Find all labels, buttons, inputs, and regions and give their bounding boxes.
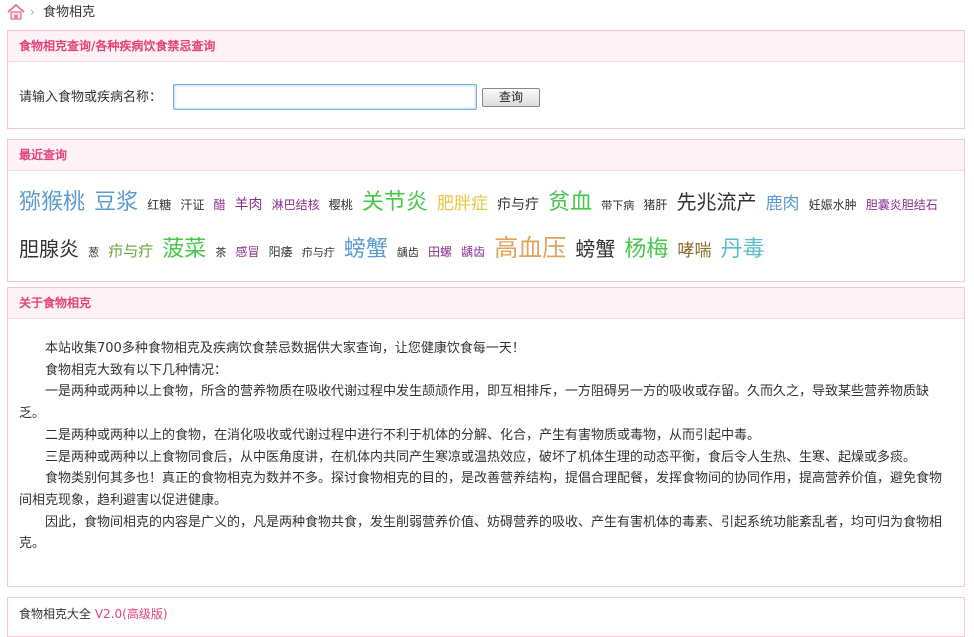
recent-tag[interactable]: 杨梅 <box>624 237 668 262</box>
version-panel: 食物相克大全 V2.0(高级版) <box>7 597 965 637</box>
recent-tag[interactable]: 贫血 <box>548 190 592 215</box>
recent-tag[interactable]: 妊娠水肿 <box>809 198 857 212</box>
recent-tag[interactable]: 疖与疔 <box>108 242 153 260</box>
recent-tag[interactable]: 带下病 <box>601 199 634 212</box>
recent-tag[interactable]: 红糖 <box>147 198 171 212</box>
recent-tag[interactable]: 猕猴桃 <box>19 190 85 215</box>
search-input[interactable] <box>173 84 477 110</box>
about-text: 本站收集700多种食物相克及疾病饮食禁忌数据供大家查询，让您健康饮食每一天！ 食… <box>19 338 949 555</box>
recent-tag[interactable]: 螃蟹 <box>575 237 615 261</box>
recent-tag[interactable]: 疖与疔 <box>497 197 539 213</box>
search-panel: 食物相克查询/各种疾病饮食禁忌查询 请输入食物或疾病名称： 查询 <box>7 30 965 129</box>
recent-tag[interactable]: 猪肝 <box>643 198 667 212</box>
recent-tag[interactable]: 先兆流产 <box>676 190 756 214</box>
recent-tag[interactable]: 关节炎 <box>362 190 428 215</box>
recent-tag[interactable]: 羊肉 <box>235 197 263 213</box>
tag-cloud: 猕猴桃 豆浆 红糖 汗证 醋 羊肉 淋巴结核 樱桃 关节炎 肥胖症 疖与疔 贫血… <box>19 181 955 274</box>
recent-tag[interactable]: 高血压 <box>494 234 566 262</box>
version-number: V2.0(高级版) <box>94 607 168 621</box>
about-paragraph: 因此，食物间相克的内容是广义的，凡是两种食物共食，发生削弱营养价值、妨碍营养的吸… <box>19 514 943 552</box>
recent-tag[interactable]: 阳痿 <box>269 245 293 259</box>
search-button[interactable]: 查询 <box>482 88 540 107</box>
breadcrumb: › 食物相克 <box>0 0 974 26</box>
about-paragraph: 三是两种或两种以上食物同食后，从中医角度讲，在机体内共同产生寒凉或温热效应，破坏… <box>45 449 917 465</box>
recent-tag[interactable]: 感冒 <box>236 245 260 259</box>
recent-tag[interactable]: 肥胖症 <box>437 194 488 214</box>
recent-tag[interactable]: 田螺 <box>428 245 452 259</box>
about-paragraph: 食物类别何其多也！真正的食物相克为数并不多。探讨食物相克的目的，是改善营养结构，… <box>19 471 943 508</box>
search-label: 请输入食物或疾病名称： <box>19 90 163 105</box>
about-paragraph: 食物相克大致有以下几种情况： <box>45 362 228 378</box>
about-paragraph: 一是两种或两种以上食物，所含的营养物质在吸收代谢过程中发生颉颃作用，即互相排斥，… <box>19 384 930 422</box>
home-icon[interactable] <box>7 4 25 20</box>
version-name: 食物相克大全 <box>19 607 92 621</box>
recent-tag[interactable]: 葱 <box>88 246 99 259</box>
recent-panel: 最近查询 猕猴桃 豆浆 红糖 汗证 醋 羊肉 淋巴结核 樱桃 关节炎 肥胖症 疖… <box>7 139 965 282</box>
about-panel-title: 关于食物相克 <box>8 288 964 319</box>
recent-tag[interactable]: 哮喘 <box>678 241 712 261</box>
breadcrumb-separator: › <box>30 5 35 19</box>
recent-tag[interactable]: 胆腺炎 <box>19 237 79 261</box>
about-panel: 关于食物相克 本站收集700多种食物相克及疾病饮食禁忌数据供大家查询，让您健康饮… <box>7 287 965 587</box>
breadcrumb-current[interactable]: 食物相克 <box>43 5 95 21</box>
recent-tag[interactable]: 汗证 <box>180 198 204 212</box>
recent-tag[interactable]: 螃蟹 <box>344 237 388 262</box>
version-title: 食物相克大全 V2.0(高级版) <box>19 606 168 622</box>
recent-tag[interactable]: 豆浆 <box>94 190 138 215</box>
recent-tag[interactable]: 疖与疔 <box>302 246 335 259</box>
recent-panel-title: 最近查询 <box>8 140 964 171</box>
recent-tag[interactable]: 樱桃 <box>329 198 353 212</box>
about-paragraph: 二是两种或两种以上的食物，在消化吸收或代谢过程中进行不利于机体的分解、化合，产生… <box>45 427 761 443</box>
recent-tag[interactable]: 龋齿 <box>397 246 419 259</box>
recent-tag[interactable]: 菠菜 <box>162 237 206 262</box>
recent-tag[interactable]: 淋巴结核 <box>272 198 320 212</box>
recent-tag[interactable]: 鹿肉 <box>766 194 800 214</box>
recent-tag[interactable]: 醋 <box>213 198 225 212</box>
about-paragraph: 本站收集700多种食物相克及疾病饮食禁忌数据供大家查询，让您健康饮食每一天！ <box>45 341 525 356</box>
recent-tag[interactable]: 胆囊炎胆结石 <box>866 198 938 212</box>
search-panel-title: 食物相克查询/各种疾病饮食禁忌查询 <box>8 31 964 62</box>
recent-tag[interactable]: 龋齿 <box>461 245 485 259</box>
recent-tag[interactable]: 茶 <box>215 246 226 259</box>
recent-tag[interactable]: 丹毒 <box>721 237 765 262</box>
